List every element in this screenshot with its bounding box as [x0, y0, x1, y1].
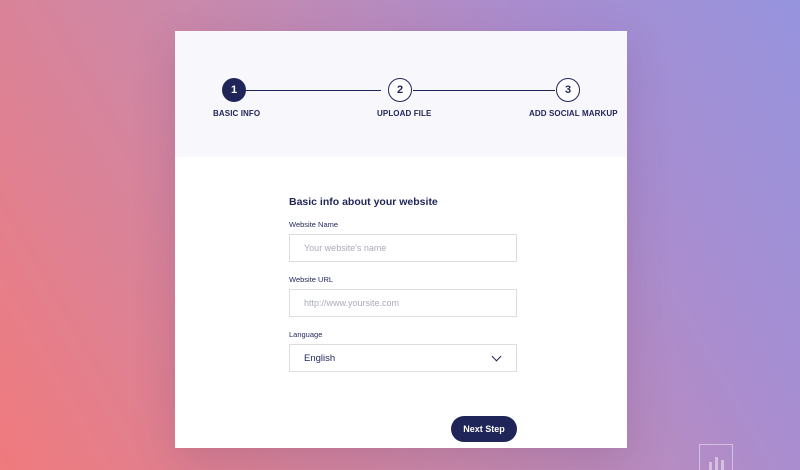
step-1-indicator[interactable]: 1 — [222, 78, 246, 102]
website-url-input[interactable] — [289, 289, 517, 317]
next-step-button[interactable]: Next Step — [451, 416, 517, 442]
step-3-indicator[interactable]: 3 — [556, 78, 580, 102]
step-number: 1 — [230, 84, 238, 96]
step-number: 3 — [564, 84, 572, 96]
website-url-label: Website URL — [289, 275, 334, 284]
basic-info-form: Basic info about your website Website Na… — [289, 195, 517, 442]
wizard-card: 1 2 3 BASIC INFO UPLOAD FILE ADD SOCIAL … — [175, 31, 627, 448]
language-select[interactable]: English — [289, 344, 517, 372]
language-selected-value: English — [304, 352, 336, 364]
step-number: 2 — [396, 84, 404, 96]
chevron-down-icon — [491, 351, 502, 361]
step-3-label: ADD SOCIAL MARKUP — [529, 109, 618, 118]
step-connector — [413, 90, 555, 91]
step-connector — [246, 90, 381, 91]
step-1-label: BASIC INFO — [213, 109, 261, 118]
website-name-input[interactable] — [289, 234, 517, 262]
form-title: Basic info about your website — [289, 196, 438, 208]
website-name-label: Website Name — [289, 220, 339, 229]
stepper: 1 2 3 BASIC INFO UPLOAD FILE ADD SOCIAL … — [175, 31, 627, 157]
language-label: Language — [289, 330, 323, 339]
logo-watermark-icon — [699, 444, 733, 470]
step-2-indicator[interactable]: 2 — [388, 78, 412, 102]
step-2-label: UPLOAD FILE — [377, 109, 432, 118]
